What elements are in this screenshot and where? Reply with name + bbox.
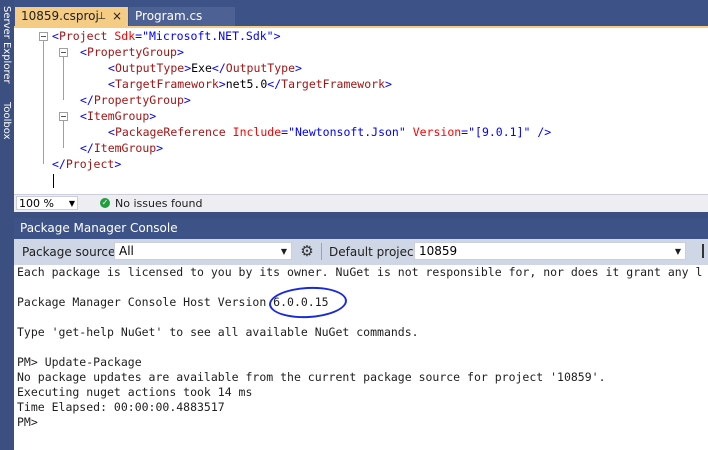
code-token: </ bbox=[267, 77, 282, 91]
code-token: Exe bbox=[191, 61, 212, 75]
gear-icon[interactable]: ⚙ bbox=[298, 242, 316, 260]
code-line: <ItemGroup> bbox=[80, 108, 156, 124]
code-token: < bbox=[108, 77, 115, 91]
collapse-icon[interactable] bbox=[59, 48, 68, 57]
collapse-icon[interactable] bbox=[59, 112, 68, 121]
code-token: </ bbox=[52, 157, 66, 171]
fold-guide bbox=[43, 41, 44, 164]
document-tab-bar: 10859.csproj ⊥ × Program.cs bbox=[14, 0, 708, 26]
code-token: > bbox=[273, 29, 281, 43]
check-icon: ✓ bbox=[100, 198, 110, 208]
code-token: TargetFramework bbox=[114, 77, 219, 91]
code-token: PackageReference bbox=[114, 125, 226, 139]
code-token: PropertyGroup bbox=[93, 93, 184, 107]
code-token: > bbox=[156, 141, 164, 155]
text-caret bbox=[53, 174, 54, 188]
console-line: Type 'get-help NuGet' to see all availab… bbox=[17, 325, 419, 339]
panel-title: Package Manager Console bbox=[14, 218, 708, 239]
code-line: </Project> bbox=[52, 156, 121, 172]
code-token: < bbox=[80, 109, 87, 123]
code-token: < bbox=[52, 29, 59, 43]
code-line: <PropertyGroup> bbox=[80, 44, 184, 60]
console-line: PM> Update-Package bbox=[17, 355, 142, 369]
code-token: Sdk bbox=[114, 29, 136, 43]
code-token: > bbox=[183, 93, 191, 107]
code-token: </ bbox=[211, 61, 226, 75]
pmc-toolbar: Package source: All ▼ ⚙ Default project:… bbox=[14, 239, 708, 266]
console-line: Each package is licensed to you by its o… bbox=[17, 265, 703, 279]
console-line: No package updates are available from th… bbox=[17, 370, 606, 384]
code-line: </PropertyGroup> bbox=[80, 92, 191, 108]
code-token: Version bbox=[412, 125, 462, 139]
code-token: < bbox=[80, 45, 87, 59]
zoom-dropdown[interactable]: 100 % ▼ bbox=[16, 196, 78, 210]
toolbar-separator bbox=[321, 243, 322, 260]
code-token: < bbox=[108, 125, 115, 139]
code-token: > bbox=[114, 157, 122, 171]
code-token: > bbox=[218, 77, 226, 91]
code-token: PropertyGroup bbox=[86, 45, 177, 59]
issues-status[interactable]: No issues found bbox=[115, 196, 202, 211]
editor-status-bar: 100 % ▼ ✓ No issues found bbox=[14, 194, 708, 212]
code-line: </ItemGroup> bbox=[80, 140, 163, 156]
package-source-dropdown[interactable]: All ▼ bbox=[114, 242, 292, 260]
console-line: Executing nuget actions took 14 ms bbox=[17, 385, 253, 399]
default-project-label: Default project: bbox=[329, 245, 423, 259]
code-token: "Newtonsoft.Json" bbox=[288, 125, 406, 139]
chevron-down-icon: ▼ bbox=[280, 247, 287, 256]
default-project-dropdown[interactable]: 10859 ▼ bbox=[414, 242, 686, 260]
code-token: Project bbox=[65, 157, 115, 171]
code-token: Include bbox=[232, 125, 282, 139]
console-output[interactable]: Each package is licensed to you by its o… bbox=[14, 265, 708, 450]
chevron-down-icon: ▼ bbox=[68, 199, 75, 208]
code-token: net5.0 bbox=[225, 77, 268, 91]
code-line: <TargetFramework>net5.0</TargetFramework… bbox=[108, 76, 392, 92]
package-source-label: Package source: bbox=[22, 245, 120, 259]
code-line: <OutputType>Exe</OutputType> bbox=[108, 60, 302, 76]
code-token: < bbox=[108, 61, 115, 75]
chevron-down-icon: ▼ bbox=[674, 247, 681, 256]
code-token: "Microsoft.NET.Sdk" bbox=[142, 29, 274, 43]
pin-icon[interactable]: ⊥ bbox=[97, 7, 106, 26]
code-token: "[9.0.1]" bbox=[468, 125, 531, 139]
collapse-icon[interactable] bbox=[39, 32, 48, 41]
code-token: </ bbox=[80, 141, 94, 155]
code-token: > bbox=[385, 77, 392, 91]
code-token: OutputType bbox=[114, 61, 185, 75]
code-token: Project bbox=[58, 29, 108, 43]
code-token: </ bbox=[80, 93, 94, 107]
code-token: > bbox=[295, 61, 302, 75]
code-token: TargetFramework bbox=[281, 77, 385, 91]
code-token: ItemGroup bbox=[86, 109, 150, 123]
editor-margin bbox=[14, 28, 32, 194]
console-line: PM> bbox=[17, 415, 38, 429]
code-token: > bbox=[149, 109, 157, 123]
tab-program-cs[interactable]: Program.cs bbox=[129, 7, 235, 26]
code-line: <Project Sdk="Microsoft.NET.Sdk"> bbox=[52, 28, 281, 44]
code-line: <PackageReference Include="Newtonsoft.Js… bbox=[108, 124, 551, 140]
console-line: Time Elapsed: 00:00:00.4883517 bbox=[17, 400, 225, 414]
fold-guide bbox=[63, 121, 64, 148]
tab-label: 10859.csproj bbox=[21, 9, 99, 23]
tab-label: Program.cs bbox=[135, 9, 203, 23]
code-token: /> bbox=[530, 125, 552, 139]
tab-csproj[interactable]: 10859.csproj ⊥ × bbox=[15, 7, 128, 26]
close-icon[interactable]: × bbox=[112, 7, 122, 26]
package-source-value: All bbox=[119, 244, 134, 258]
clear-console-button[interactable] bbox=[698, 243, 708, 259]
code-editor[interactable]: <Project Sdk="Microsoft.NET.Sdk"> <Proper… bbox=[14, 28, 708, 194]
console-line: Package Manager Console Host Version 6.0… bbox=[17, 295, 329, 309]
code-token: ItemGroup bbox=[93, 141, 157, 155]
default-project-value: 10859 bbox=[419, 244, 458, 258]
fold-guide bbox=[63, 57, 64, 100]
code-token: > bbox=[176, 45, 184, 59]
zoom-value: 100 % bbox=[19, 197, 54, 210]
code-token: OutputType bbox=[225, 61, 296, 75]
